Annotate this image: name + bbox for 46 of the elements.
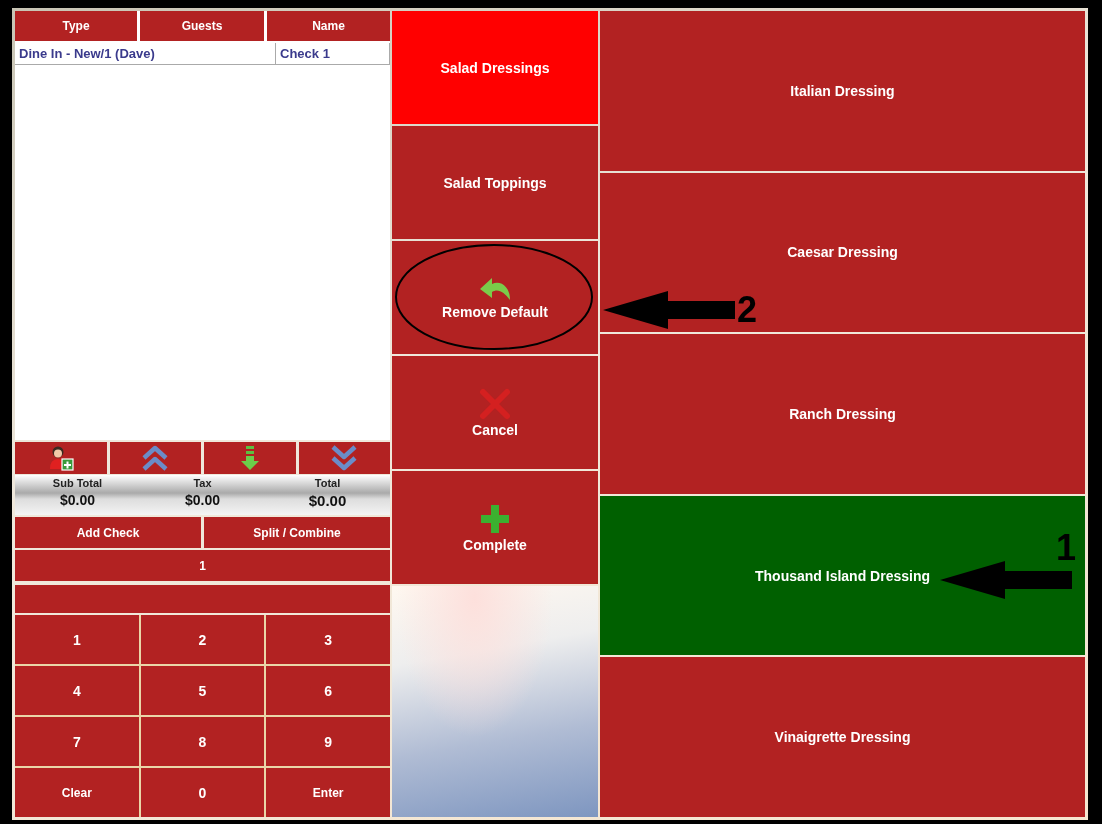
- action-button[interactable]: Remove Default: [392, 241, 598, 354]
- double-chevron-down-icon: [330, 445, 359, 471]
- total-label: Tax: [193, 476, 212, 489]
- keypad-key[interactable]: 2: [140, 615, 265, 664]
- dressing-button[interactable]: Ranch Dressing: [600, 334, 1085, 494]
- check-button[interactable]: Add Check: [15, 517, 201, 548]
- action-button[interactable]: Cancel: [392, 356, 598, 469]
- callout-number: 1: [1056, 530, 1077, 566]
- cross-icon: [479, 387, 511, 420]
- plus-icon: [479, 502, 511, 535]
- check-button[interactable]: Split / Combine: [204, 517, 390, 548]
- action-button[interactable]: Complete: [392, 471, 598, 584]
- icon-button[interactable]: [15, 442, 107, 474]
- dressing-button[interactable]: Italian Dressing: [600, 11, 1085, 171]
- total-value: $0.00: [308, 491, 347, 509]
- dressing-button[interactable]: Vinaigrette Dressing: [600, 657, 1085, 817]
- icon-button[interactable]: [298, 442, 390, 474]
- keypad-key[interactable]: 6: [266, 666, 390, 715]
- keypad-key[interactable]: 9: [266, 717, 390, 766]
- keypad-key[interactable]: Enter: [266, 768, 390, 817]
- icon-button[interactable]: [109, 442, 201, 474]
- callout-number: 2: [737, 292, 758, 328]
- curved-arrow-icon: [478, 275, 512, 302]
- total-label: Total: [314, 476, 341, 489]
- add-person-icon: [47, 445, 74, 471]
- keypad-key[interactable]: 8: [140, 717, 265, 766]
- category-button[interactable]: Salad Dressings: [392, 11, 598, 124]
- order-type-cell[interactable]: Dine In - New/1 (Dave): [15, 43, 275, 64]
- check-number-button[interactable]: 1: [15, 550, 390, 581]
- keypad-key[interactable]: 0: [140, 768, 265, 817]
- total-value: $0.00: [59, 491, 95, 508]
- total-value: $0.00: [184, 491, 220, 508]
- keypad-key[interactable]: 3: [266, 615, 390, 664]
- double-chevron-up-icon: [141, 445, 170, 471]
- keypad-key[interactable]: 7: [15, 717, 139, 766]
- icon-button[interactable]: [204, 442, 296, 474]
- category-button[interactable]: Salad Toppings: [392, 126, 598, 239]
- keypad-key[interactable]: 1: [15, 615, 139, 664]
- column-header: Guests: [140, 11, 264, 41]
- total-label: Sub Total: [52, 476, 103, 489]
- keypad-key[interactable]: 4: [15, 666, 139, 715]
- column-header: Type: [15, 11, 137, 41]
- keypad-key[interactable]: Clear: [15, 768, 139, 817]
- check-name-cell[interactable]: Check 1: [275, 43, 390, 64]
- keypad-key[interactable]: 5: [140, 666, 265, 715]
- column-header: Name: [267, 11, 390, 41]
